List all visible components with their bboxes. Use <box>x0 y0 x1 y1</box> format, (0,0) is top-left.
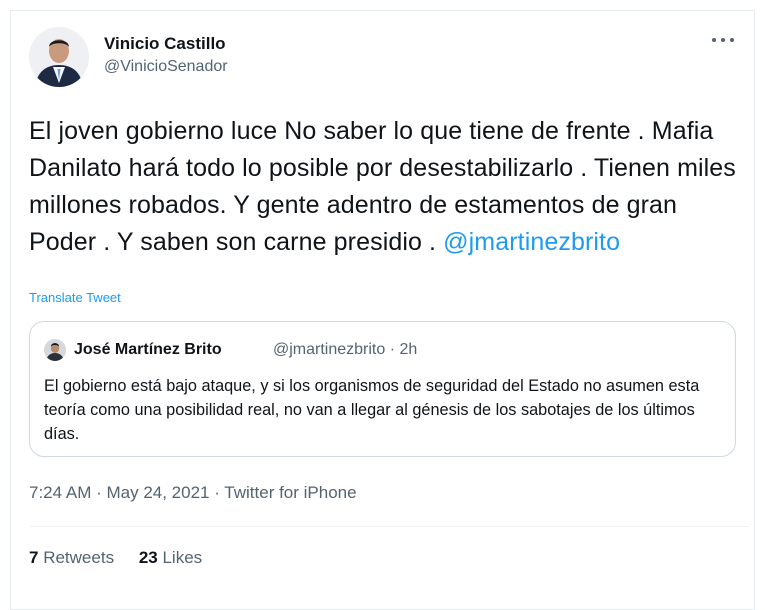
quoted-author-name: José Martínez Brito <box>74 341 222 358</box>
tweet-stats: 7 Retweets 23 Likes <box>29 548 222 568</box>
quoted-tweet-text: El gobierno está bajo ataque, y si los o… <box>44 377 700 443</box>
tweet-text: El joven gobierno luce No saber lo que t… <box>29 113 749 261</box>
quoted-tweet-header: José Martínez Brito @jmartinezbrito · 2h <box>44 339 704 363</box>
tweet-header: Vinicio Castillo @VinicioSenador <box>29 27 729 89</box>
retweets-count: 7 <box>29 548 39 567</box>
likes-label: Likes <box>162 548 203 567</box>
author-photo <box>29 27 89 87</box>
likes-stat[interactable]: 23 Likes <box>139 548 202 568</box>
author-name[interactable]: Vinicio Castillo <box>104 34 226 54</box>
divider <box>29 526 749 527</box>
tweet-timestamp[interactable]: 7:24 AM · May 24, 2021 · Twitter for iPh… <box>29 483 357 503</box>
author-avatar[interactable] <box>29 27 89 87</box>
quoted-author-avatar <box>44 339 66 361</box>
retweets-label: Retweets <box>43 548 115 567</box>
translate-tweet-link[interactable]: Translate Tweet <box>29 290 121 305</box>
more-horizontal-icon[interactable] <box>712 35 734 45</box>
author-handle[interactable]: @VinicioSenador <box>104 58 228 76</box>
mention-link[interactable]: @jmartinezbrito <box>443 228 620 256</box>
retweets-stat[interactable]: 7 Retweets <box>29 548 114 568</box>
quoted-author-meta: @jmartinezbrito · 2h <box>273 341 418 358</box>
quoted-author-photo <box>44 339 66 361</box>
likes-count: 23 <box>138 548 158 567</box>
tweet-body: El joven gobierno luce No saber lo que t… <box>29 117 736 256</box>
quoted-tweet[interactable]: José Martínez Brito @jmartinezbrito · 2h… <box>29 321 736 457</box>
tweet-card: Vinicio Castillo @VinicioSenador El jove… <box>10 10 755 610</box>
